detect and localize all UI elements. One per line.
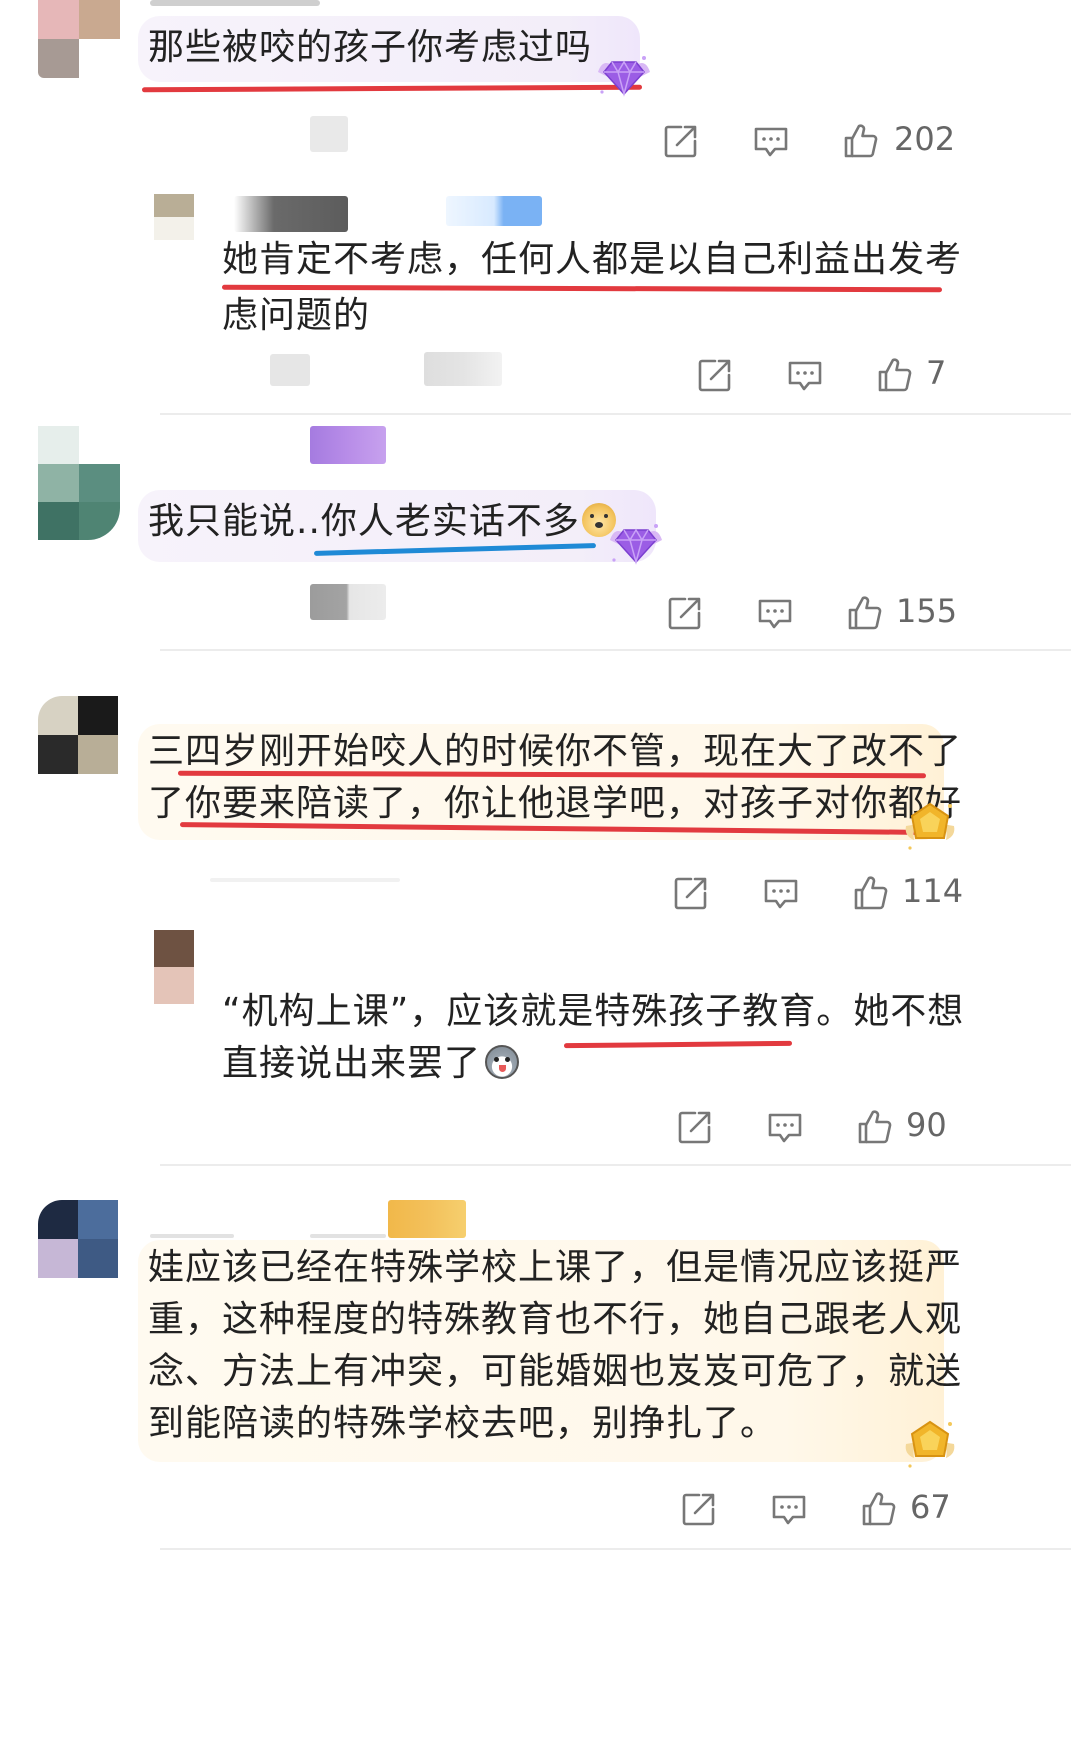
like-count: 114 bbox=[902, 872, 964, 910]
username-blur bbox=[446, 196, 542, 226]
avatar[interactable] bbox=[38, 426, 120, 540]
share-button[interactable] bbox=[656, 116, 706, 166]
like-button[interactable] bbox=[850, 1102, 900, 1152]
comment-text: “机构上课”，应该就是特殊孩子教育。她不想 直接说出来罢了 bbox=[222, 986, 964, 1090]
share-icon bbox=[671, 873, 711, 913]
comment-actions: 114 bbox=[666, 868, 976, 918]
thumbs-up-icon bbox=[851, 873, 891, 913]
avatar[interactable] bbox=[154, 194, 194, 240]
husky-emoji bbox=[485, 1045, 520, 1079]
like-button[interactable] bbox=[846, 868, 896, 918]
share-icon bbox=[675, 1107, 715, 1147]
share-button[interactable] bbox=[666, 868, 716, 918]
comment-text-line: 重，这种程度的特殊教育也不行，她自己跟老人观 bbox=[148, 1299, 963, 1340]
comment-text: 娃应该已经在特殊学校上课了，但是情况应该挺严 重，这种程度的特殊教育也不行，她自… bbox=[148, 1242, 962, 1450]
like-count: 90 bbox=[906, 1106, 947, 1144]
divider bbox=[160, 649, 1071, 651]
comment-icon bbox=[769, 1489, 809, 1529]
share-button[interactable] bbox=[674, 1484, 724, 1534]
reply-button[interactable] bbox=[750, 588, 800, 638]
gold-medal-badge bbox=[900, 796, 960, 856]
divider bbox=[160, 1164, 1071, 1166]
username-blur bbox=[310, 426, 386, 464]
comment-text-line: 娃应该已经在特殊学校上课了，但是情况应该挺严 bbox=[148, 1247, 963, 1288]
comment-actions: 202 bbox=[656, 116, 966, 166]
avatar[interactable] bbox=[38, 1200, 118, 1278]
share-icon bbox=[665, 593, 705, 633]
reply-button[interactable] bbox=[760, 1102, 810, 1152]
like-button[interactable] bbox=[854, 1484, 904, 1534]
share-button[interactable] bbox=[690, 350, 740, 400]
comment-icon bbox=[785, 355, 825, 395]
comment-text-line: 虑问题的 bbox=[222, 295, 371, 336]
annotation-underline bbox=[141, 84, 643, 93]
avatar[interactable] bbox=[154, 930, 194, 1004]
like-button[interactable] bbox=[836, 116, 886, 166]
like-count: 202 bbox=[894, 120, 956, 158]
divider bbox=[160, 1548, 1071, 1550]
like-button[interactable] bbox=[870, 350, 920, 400]
meta-blur bbox=[210, 878, 400, 882]
comment-actions: 7 bbox=[690, 350, 970, 400]
share-icon bbox=[679, 1489, 719, 1529]
avatar[interactable] bbox=[38, 0, 120, 78]
reply-button[interactable] bbox=[756, 868, 806, 918]
username-blur bbox=[310, 1234, 386, 1238]
purple-diamond-badge bbox=[606, 518, 666, 568]
meta-blur bbox=[270, 354, 310, 386]
comment-text-line: 她肯定不考虑，任何人都是以自己利益出发考 bbox=[222, 239, 963, 280]
username-blur bbox=[234, 196, 348, 232]
reply-button[interactable] bbox=[746, 116, 796, 166]
like-count: 7 bbox=[926, 354, 947, 392]
share-button[interactable] bbox=[670, 1102, 720, 1152]
comment-icon bbox=[755, 593, 795, 633]
comment-text: 那些被咬的孩子你考虑过吗 bbox=[148, 20, 592, 76]
meta-blur bbox=[310, 116, 348, 152]
username-blur bbox=[388, 1200, 466, 1238]
thumbs-up-icon bbox=[875, 355, 915, 395]
meta-blur bbox=[310, 584, 386, 620]
reply-button[interactable] bbox=[764, 1484, 814, 1534]
thumbs-up-icon bbox=[855, 1107, 895, 1147]
like-count: 155 bbox=[896, 592, 958, 630]
comment-text-line: 念、方法上有冲突，可能婚姻也岌岌可危了，就送 bbox=[148, 1351, 963, 1392]
comment-actions: 155 bbox=[660, 588, 970, 638]
reply-button[interactable] bbox=[780, 350, 830, 400]
comment-icon bbox=[765, 1107, 805, 1147]
comment-icon bbox=[751, 121, 791, 161]
meta-blur bbox=[424, 352, 502, 386]
share-button[interactable] bbox=[660, 588, 710, 638]
comment-text: 我只能说..你人老实话不多 bbox=[148, 494, 616, 550]
divider bbox=[160, 413, 1071, 415]
comment-icon bbox=[761, 873, 801, 913]
comment-text-line: 到能陪读的特殊学校去吧，别挣扎了。 bbox=[148, 1403, 778, 1444]
gold-medal-badge bbox=[900, 1414, 960, 1474]
share-icon bbox=[695, 355, 735, 395]
thumbs-up-icon bbox=[841, 121, 881, 161]
thumbs-up-icon bbox=[859, 1489, 899, 1529]
username-blur bbox=[150, 1234, 234, 1238]
purple-diamond-badge bbox=[594, 50, 654, 100]
comment-actions: 67 bbox=[674, 1484, 974, 1534]
comment-actions: 90 bbox=[670, 1102, 970, 1152]
username-blur bbox=[150, 0, 320, 6]
share-icon bbox=[661, 121, 701, 161]
like-count: 67 bbox=[910, 1488, 951, 1526]
comment-text-line: 我只能说..你人老实话不多 bbox=[148, 494, 616, 550]
comment-text-line: 那些被咬的孩子你考虑过吗 bbox=[148, 27, 593, 68]
comment-text-line: “机构上课”，应该就是特殊孩子教育。她不想 bbox=[222, 991, 965, 1032]
thumbs-up-icon bbox=[845, 593, 885, 633]
avatar[interactable] bbox=[38, 696, 118, 774]
like-button[interactable] bbox=[840, 588, 890, 638]
